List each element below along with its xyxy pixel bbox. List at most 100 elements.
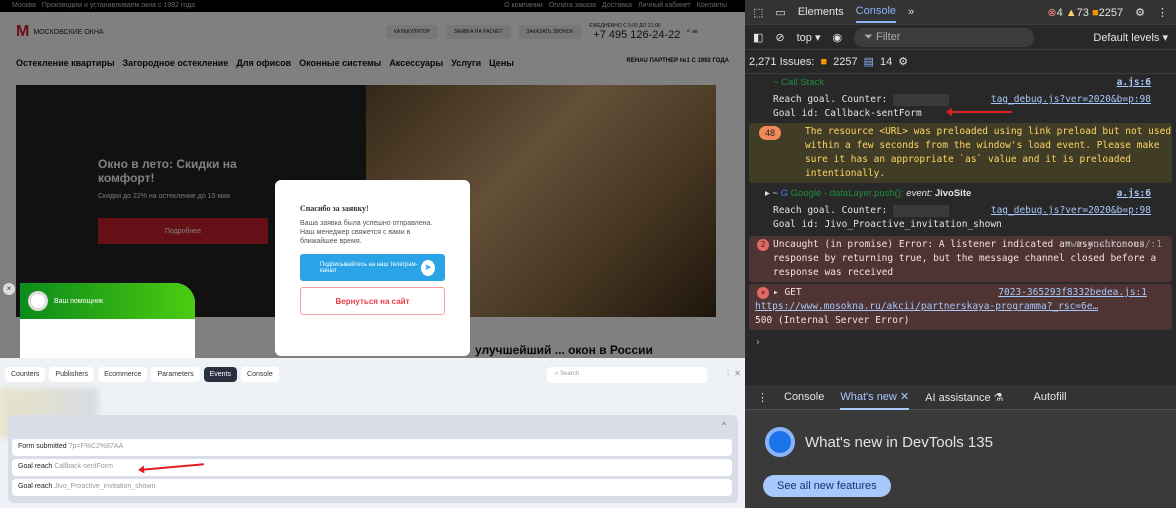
source-link[interactable]: a.js:6 xyxy=(1117,187,1151,201)
tab-ecommerce[interactable]: Ecommerce xyxy=(98,367,148,382)
tab-console[interactable]: Console xyxy=(855,1,897,23)
event-row[interactable]: Goal reach Jivo_Proactive_invitation_sho… xyxy=(12,479,732,496)
close-icon[interactable]: ⋮ ✕ xyxy=(724,369,741,378)
eye-icon[interactable]: ◉ xyxy=(833,31,843,44)
close-icon[interactable]: ✕ xyxy=(900,391,909,403)
event-row[interactable]: Form submitted ?p=F%C2%87AA xyxy=(12,439,732,456)
issue-count[interactable]: 2257 xyxy=(1099,7,1123,19)
source-link[interactable]: a.js:6 xyxy=(1117,76,1151,90)
nav-item[interactable]: Услуги xyxy=(451,58,481,68)
sidebar-icon[interactable]: ◧ xyxy=(753,31,763,44)
source-link[interactable]: 7023-365293f8332bedea.js:1 xyxy=(998,286,1147,300)
inspect-icon[interactable]: ⬚ xyxy=(753,6,763,19)
filter-input[interactable]: ⏷ Filter xyxy=(854,27,1035,47)
top-link[interactable]: О компании xyxy=(504,2,543,9)
drawer-menu-icon[interactable]: ⋮ xyxy=(757,391,768,404)
drawer-tab-ai[interactable]: AI assistance ⚗ xyxy=(925,391,1003,404)
nav-item[interactable]: Оконные системы xyxy=(299,58,381,68)
tab-events[interactable]: Events xyxy=(203,367,238,382)
clear-icon[interactable]: ⊘ xyxy=(775,31,784,44)
tab-publishers[interactable]: Publishers xyxy=(49,367,95,382)
error-icon: ⊗ xyxy=(1047,6,1057,19)
telegram-button[interactable]: Подписывайтесь на наш телеграм-канал ➤ xyxy=(300,254,445,282)
phone[interactable]: +7 495 126-24-22 xyxy=(593,29,680,41)
redacted-counter xyxy=(893,204,950,217)
top-link[interactable]: Оплата заказа xyxy=(549,2,596,9)
tab-parameters[interactable]: Parameters xyxy=(151,367,200,382)
tab-elements[interactable]: Elements xyxy=(798,6,844,18)
warning-text: The resource <URL> was preloaded using l… xyxy=(805,126,1172,179)
top-link[interactable]: Личный кабинет xyxy=(638,2,691,9)
menu-icon[interactable]: ⋮ xyxy=(1157,6,1168,19)
top-link[interactable]: Контакты xyxy=(697,2,727,9)
gear-icon[interactable]: ⚙ xyxy=(1135,6,1145,19)
issues-count[interactable]: 2257 xyxy=(833,56,857,68)
console-error: × ▸ GET 7023-365293f8332bedea.js:1 https://… xyxy=(749,284,1172,330)
logo[interactable]: M МОСКОВСКИЕ ОКНА xyxy=(16,23,386,41)
nav-item[interactable]: Цены xyxy=(489,58,514,68)
log-text: Reach goal. Counter: xyxy=(773,94,888,105)
console-message: Reach goal. Counter: tag_debug.js?ver=20… xyxy=(745,203,1176,234)
event-row[interactable]: Goal reach Callback-sentForm xyxy=(12,459,732,476)
repeat-count[interactable]: 48 xyxy=(759,126,782,140)
search-icon[interactable]: ⌕ ☰ xyxy=(686,28,697,36)
error-icon: × xyxy=(757,287,769,299)
issue-icon: ■ xyxy=(1091,6,1099,19)
more-tabs-icon[interactable]: » xyxy=(908,6,914,18)
event-value: Callback-sentForm xyxy=(54,463,113,470)
source-link[interactable]: www.mosokna.ru/:1 xyxy=(1065,238,1162,252)
tab-counters[interactable]: Counters xyxy=(5,367,46,382)
console-prompt[interactable]: › xyxy=(745,332,1176,354)
info-count[interactable]: 14 xyxy=(880,56,892,68)
events-group: ^ Form submitted ?p=F%C2%87AA Goal reach… xyxy=(8,415,738,503)
calculator-button[interactable]: КАЛЬКУЛЯТОР xyxy=(386,25,438,39)
event-label: event: xyxy=(906,188,933,199)
nav-item[interactable]: Аксессуары xyxy=(389,58,443,68)
drawer-tab-autofill[interactable]: Autofill xyxy=(1034,391,1067,403)
more-button[interactable]: Подробнее xyxy=(98,218,268,244)
back-to-site-button[interactable]: Вернуться на сайт xyxy=(300,287,445,316)
request-button[interactable]: ЗАЯВКА НА РАСЧЕТ xyxy=(445,25,511,39)
levels-select[interactable]: Default levels ▾ xyxy=(1093,31,1168,44)
collapse-icon[interactable]: ^ xyxy=(722,421,726,430)
annotation-arrow xyxy=(946,108,1012,116)
call-stack-label: ~ Call Stack xyxy=(773,77,824,88)
console-error: 2 www.mosokna.ru/:1 Uncaught (in promise) … xyxy=(749,236,1172,282)
settings-icon[interactable]: ⚙ xyxy=(898,55,908,68)
search-placeholder: Search xyxy=(560,371,580,377)
top-link[interactable]: Доставка xyxy=(602,2,632,9)
context-value: top xyxy=(796,31,812,44)
console-group[interactable]: ▸ ~ G Google - dataLayer.push(): event: … xyxy=(745,185,1176,203)
nav-item[interactable]: Загородное остекление xyxy=(123,58,229,68)
tab-console[interactable]: Console xyxy=(241,367,279,382)
nav-item[interactable]: Остекление квартиры xyxy=(16,58,115,68)
city-link[interactable]: Москва xyxy=(12,2,36,9)
nav-item[interactable]: Для офисов xyxy=(236,58,291,68)
see-all-features-button[interactable]: See all new features xyxy=(763,475,891,497)
request-url[interactable]: https://www.mosokna.ru/akcii/partnerskay… xyxy=(755,300,1166,314)
event-type: Goal reach xyxy=(18,483,53,490)
site-header: M МОСКОВСКИЕ ОКНА КАЛЬКУЛЯТОР ЗАЯВКА НА Р… xyxy=(0,12,745,52)
drawer-tab-whats-new[interactable]: What's new ✕ xyxy=(840,385,910,410)
console-group[interactable]: ~ Call Stack a.js:6 xyxy=(745,74,1176,92)
website: Москва Производим и устанавливаем окна с … xyxy=(0,0,745,358)
thanks-modal: Спасибо за заявку! Ваша заявка была успе… xyxy=(275,180,470,356)
chat-title: Ваш помощник xyxy=(54,297,104,305)
warning-count[interactable]: 73 xyxy=(1077,7,1089,19)
event-type: Form submitted xyxy=(18,443,67,450)
chat-close-icon[interactable]: × xyxy=(3,283,15,295)
context-select[interactable]: top ▾ xyxy=(797,31,821,44)
source-link[interactable]: tag_debug.js?ver=2020&b=p:98 xyxy=(991,204,1151,218)
tab-label: What's new xyxy=(840,390,897,403)
drawer-tab-console[interactable]: Console xyxy=(784,391,824,403)
error-count[interactable]: 4 xyxy=(1057,7,1063,19)
source-link[interactable]: tag_debug.js?ver=2020&b=p:98 xyxy=(991,93,1151,107)
callback-button[interactable]: ЗАКАЗАТЬ ЗВОНОК xyxy=(518,25,582,39)
flask-icon: ⚗ xyxy=(993,391,1004,404)
search-input[interactable]: ⌕ Search xyxy=(547,367,707,383)
modal-text: Ваша заявка была успешно отправлена. xyxy=(300,220,433,227)
device-icon[interactable]: ▭ xyxy=(775,6,785,19)
chat-widget[interactable]: Ваш помощник xyxy=(20,283,195,358)
redacted-counter xyxy=(893,93,950,106)
levels-value: Default levels xyxy=(1093,31,1160,44)
